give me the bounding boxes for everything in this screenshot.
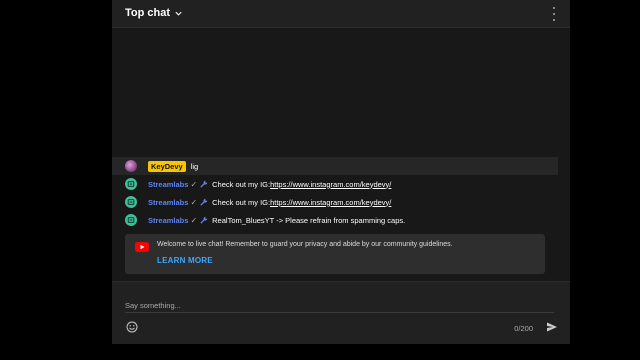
verified-check-icon: ✓ [190, 179, 198, 189]
chat-message: KeyDevy lig [112, 157, 558, 175]
chat-title: Top chat [125, 7, 171, 19]
streamlabs-icon[interactable] [125, 214, 137, 226]
more-vert-icon[interactable] [548, 7, 560, 21]
chat-message: Streamlabs ✓ RealTom_BluesYT -> Please r… [112, 211, 558, 229]
message-text: Check out my IG: [212, 179, 271, 189]
message-text: lig [190, 161, 199, 171]
wrench-icon [200, 180, 208, 188]
streamlabs-icon[interactable] [125, 178, 137, 190]
verified-check-icon: ✓ [190, 215, 198, 225]
chat-composer: 0/200 [112, 281, 570, 344]
welcome-text: Welcome to live chat! Remember to guard … [157, 241, 453, 248]
author-name[interactable]: KeyDevy [148, 160, 186, 172]
author-name[interactable]: Streamlabs [148, 180, 188, 189]
chevron-down-icon [175, 11, 182, 16]
emoji-icon[interactable] [126, 321, 138, 333]
chat-message: Streamlabs ✓ Check out my IG: https://ww… [112, 175, 558, 193]
welcome-banner: Welcome to live chat! Remember to guard … [125, 234, 545, 274]
message-link[interactable]: https://www.instagram.com/keydevy/ [270, 180, 391, 189]
learn-more-link[interactable]: LEARN MORE [157, 256, 213, 265]
streamlabs-icon[interactable] [125, 196, 137, 208]
message-text: RealTom_BluesYT -> Please refrain from s… [212, 215, 406, 225]
send-icon[interactable] [546, 321, 558, 333]
wrench-icon [200, 198, 208, 206]
author-name[interactable]: Streamlabs [148, 198, 188, 207]
character-counter: 0/200 [514, 324, 533, 333]
wrench-icon [200, 216, 208, 224]
chat-input[interactable] [125, 298, 554, 313]
message-link[interactable]: https://www.instagram.com/keydevy/ [270, 198, 391, 207]
chat-message: Streamlabs ✓ Check out my IG: https://ww… [112, 193, 558, 211]
chat-header: Top chat [112, 0, 570, 28]
author-name[interactable]: Streamlabs [148, 216, 188, 225]
chat-mode-selector[interactable]: Top chat [125, 7, 183, 19]
verified-check-icon: ✓ [190, 197, 198, 207]
youtube-icon [135, 242, 149, 252]
avatar[interactable] [125, 160, 137, 172]
message-text: Check out my IG: [212, 197, 271, 207]
live-chat-panel: Top chat KeyDevy lig Streamlabs ✓ Check … [112, 0, 570, 344]
